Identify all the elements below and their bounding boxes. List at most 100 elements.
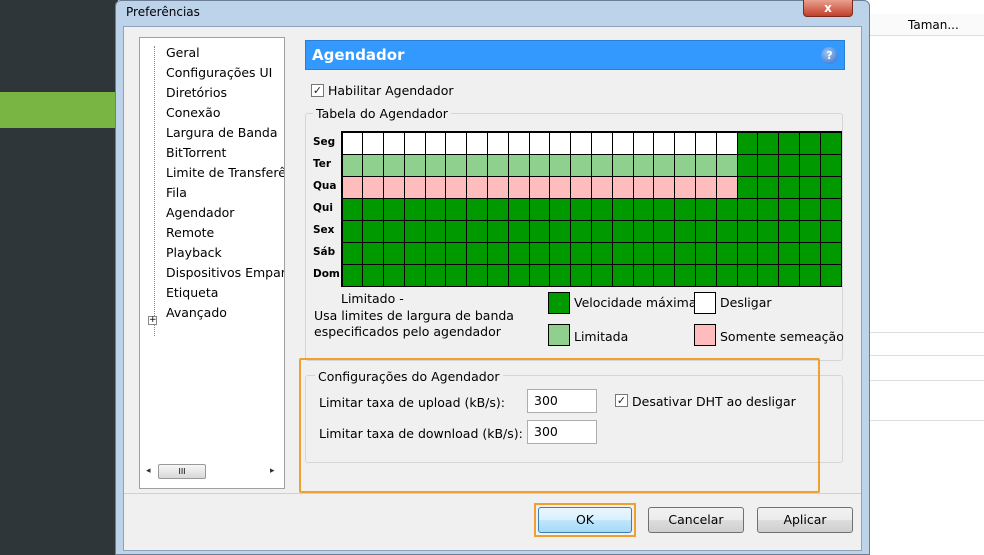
schedule-cell[interactable] (403, 197, 426, 221)
schedule-cell[interactable] (674, 153, 697, 177)
schedule-cell[interactable] (653, 219, 676, 243)
schedule-cell[interactable] (403, 263, 426, 287)
schedule-cell[interactable] (757, 219, 780, 243)
schedule-cell[interactable] (736, 153, 759, 177)
schedule-cell[interactable] (819, 153, 842, 177)
schedule-cell[interactable] (632, 219, 655, 243)
schedule-cell[interactable] (528, 197, 551, 221)
schedule-cell[interactable] (466, 131, 489, 155)
schedule-cell[interactable] (424, 153, 447, 177)
schedule-cell[interactable] (799, 219, 821, 243)
apply-button[interactable]: Aplicar (757, 507, 853, 533)
schedule-cell[interactable] (653, 175, 676, 199)
schedule-cell[interactable] (424, 241, 447, 265)
schedule-cell[interactable] (487, 175, 509, 199)
schedule-cell[interactable] (757, 241, 780, 265)
schedule-cell[interactable] (466, 241, 489, 265)
schedule-cell[interactable] (487, 219, 509, 243)
scroll-right-icon[interactable]: ▸ (270, 463, 275, 480)
schedule-cell[interactable] (528, 219, 551, 243)
schedule-cell[interactable] (362, 131, 385, 155)
schedule-cell[interactable] (549, 131, 572, 155)
schedule-cell[interactable] (466, 263, 489, 287)
schedule-cell[interactable] (507, 263, 530, 287)
schedule-cell[interactable] (611, 263, 634, 287)
schedule-cell[interactable] (362, 219, 385, 243)
schedule-cell[interactable] (383, 197, 405, 221)
schedule-cell[interactable] (778, 175, 801, 199)
schedule-cell[interactable] (362, 153, 385, 177)
schedule-cell[interactable] (487, 153, 509, 177)
schedule-cell[interactable] (674, 197, 697, 221)
schedule-cell[interactable] (632, 263, 655, 287)
schedule-cell[interactable] (445, 197, 468, 221)
tree-item[interactable]: Geral (166, 43, 284, 63)
schedule-grid[interactable] (341, 131, 843, 287)
schedule-cell[interactable] (507, 131, 530, 155)
schedule-cell[interactable] (424, 197, 447, 221)
schedule-cell[interactable] (695, 241, 717, 265)
schedule-cell[interactable] (778, 241, 801, 265)
schedule-cell[interactable] (695, 263, 717, 287)
schedule-cell[interactable] (695, 175, 717, 199)
schedule-cell[interactable] (507, 153, 530, 177)
schedule-cell[interactable] (403, 219, 426, 243)
schedule-cell[interactable] (528, 175, 551, 199)
schedule-cell[interactable] (819, 263, 842, 287)
schedule-cell[interactable] (736, 241, 759, 265)
schedule-cell[interactable] (403, 241, 426, 265)
tree-item[interactable]: Largura de Banda (166, 123, 284, 143)
schedule-cell[interactable] (611, 197, 634, 221)
schedule-cell[interactable] (715, 219, 738, 243)
schedule-cell[interactable] (591, 241, 613, 265)
schedule-cell[interactable] (591, 131, 613, 155)
schedule-cell[interactable] (715, 263, 738, 287)
schedule-cell[interactable] (487, 131, 509, 155)
schedule-cell[interactable] (591, 263, 613, 287)
close-button[interactable]: x (803, 0, 853, 17)
schedule-cell[interactable] (570, 153, 593, 177)
schedule-cell[interactable] (778, 219, 801, 243)
schedule-cell[interactable] (528, 153, 551, 177)
schedule-cell[interactable] (466, 175, 489, 199)
schedule-cell[interactable] (715, 153, 738, 177)
help-icon[interactable]: ? (821, 47, 838, 64)
schedule-cell[interactable] (383, 175, 405, 199)
schedule-cell[interactable] (570, 219, 593, 243)
schedule-cell[interactable] (653, 131, 676, 155)
schedule-cell[interactable] (757, 175, 780, 199)
schedule-cell[interactable] (445, 241, 468, 265)
schedule-cell[interactable] (528, 131, 551, 155)
schedule-cell[interactable] (570, 197, 593, 221)
schedule-cell[interactable] (362, 241, 385, 265)
schedule-cell[interactable] (819, 131, 842, 155)
schedule-cell[interactable] (445, 175, 468, 199)
schedule-cell[interactable] (799, 153, 821, 177)
schedule-cell[interactable] (674, 131, 697, 155)
schedule-cell[interactable] (695, 197, 717, 221)
schedule-cell[interactable] (715, 241, 738, 265)
schedule-cell[interactable] (736, 197, 759, 221)
schedule-cell[interactable] (778, 131, 801, 155)
schedule-cell[interactable] (674, 175, 697, 199)
schedule-cell[interactable] (736, 219, 759, 243)
schedule-cell[interactable] (383, 263, 405, 287)
schedule-cell[interactable] (611, 131, 634, 155)
schedule-cell[interactable] (778, 263, 801, 287)
schedule-cell[interactable] (528, 241, 551, 265)
tree-item[interactable]: Diretórios (166, 83, 284, 103)
schedule-cell[interactable] (799, 197, 821, 221)
schedule-cell[interactable] (403, 131, 426, 155)
tree-item[interactable]: Etiqueta (166, 283, 284, 303)
schedule-cell[interactable] (424, 131, 447, 155)
tree-item[interactable]: Fila (166, 183, 284, 203)
column-header-size[interactable]: Taman... (868, 14, 984, 36)
schedule-cell[interactable] (591, 153, 613, 177)
tree-item[interactable]: Remote (166, 223, 284, 243)
schedule-cell[interactable] (632, 197, 655, 221)
schedule-cell[interactable] (757, 131, 780, 155)
schedule-cell[interactable] (570, 131, 593, 155)
schedule-cell[interactable] (757, 197, 780, 221)
schedule-cell[interactable] (632, 131, 655, 155)
schedule-cell[interactable] (487, 241, 509, 265)
